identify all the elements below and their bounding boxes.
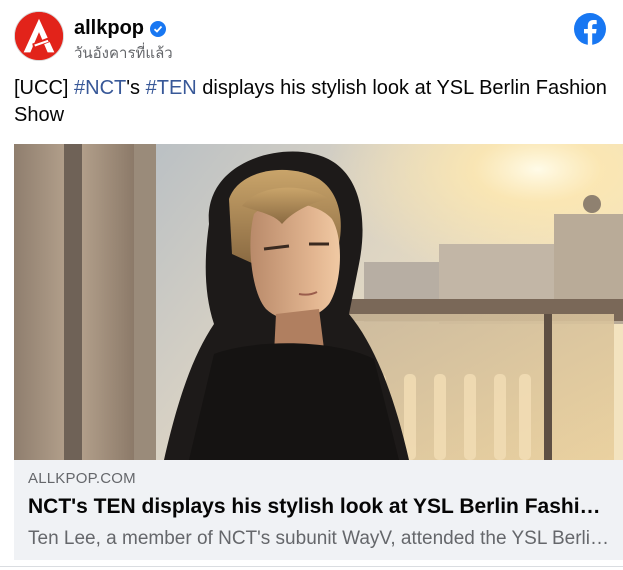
verified-badge-icon <box>150 20 167 37</box>
post-caption: [UCC] #NCT's #TEN displays his stylish l… <box>14 75 614 129</box>
link-domain: ALLKPOP.COM <box>28 470 136 487</box>
facebook-icon[interactable] <box>574 13 606 45</box>
link-title[interactable]: NCT's TEN displays his stylish look at Y… <box>28 492 609 522</box>
page-name-link[interactable]: allkpop <box>74 17 167 40</box>
portrait-photo <box>14 144 623 460</box>
post-timestamp[interactable]: วันอังคารที่แล้ว <box>74 41 173 65</box>
page-name[interactable]: allkpop <box>74 17 144 40</box>
caption-prefix: [UCC] <box>14 77 74 99</box>
post-header: allkpop วันอังคารที่แล้ว <box>14 11 609 63</box>
hashtag-link-nct[interactable]: #NCT <box>74 77 126 99</box>
hashtag-link-ten[interactable]: #TEN <box>146 77 197 99</box>
allkpop-logo-icon <box>15 12 63 60</box>
link-description: Ten Lee, a member of NCT's subunit WayV,… <box>28 528 609 549</box>
post-image[interactable] <box>14 144 623 460</box>
divider <box>0 566 623 567</box>
caption-mid: 's <box>126 77 146 99</box>
facebook-post: allkpop วันอังคารที่แล้ว [UCC] #NCT's #T… <box>0 0 623 570</box>
link-preview-card[interactable]: ALLKPOP.COM NCT's TEN displays his styli… <box>14 460 623 560</box>
avatar[interactable] <box>14 11 64 61</box>
